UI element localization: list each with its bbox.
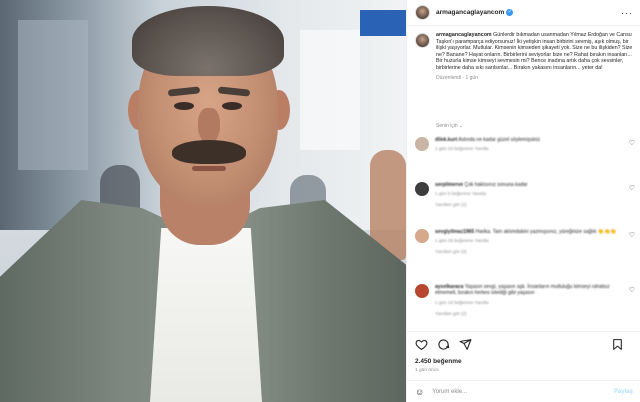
comment-body: sevgiyilmaz1965 Harika. Tam aklımdakini … bbox=[435, 229, 625, 254]
chevron-down-icon: ⌄ bbox=[458, 123, 463, 129]
comment-input[interactable]: Yorum ekle... bbox=[432, 389, 614, 395]
verified-icon: ✓ bbox=[506, 9, 514, 16]
avatar[interactable] bbox=[415, 182, 429, 196]
mouth bbox=[192, 166, 226, 171]
comment-body: dilek.kurt Aslında ne kadar güzel söylem… bbox=[435, 137, 625, 151]
emoji-icon[interactable]: ☺ bbox=[415, 387, 424, 397]
eye bbox=[174, 102, 194, 110]
comment-text: Harika. Tam aklımdakini yazmışsınız, yür… bbox=[475, 229, 617, 235]
caption-time: Düzenlendi · 1 gün bbox=[436, 74, 478, 81]
action-bar bbox=[407, 331, 640, 357]
undershirt bbox=[150, 228, 262, 402]
view-replies[interactable]: Yanıtları gör (1) bbox=[435, 202, 625, 207]
post-image[interactable] bbox=[0, 0, 406, 402]
comment-meta[interactable]: 1 gün 5 beğenme Yanıtla bbox=[435, 191, 625, 196]
view-replies[interactable]: Yanıtları gör (2) bbox=[435, 311, 625, 316]
save-icon[interactable] bbox=[611, 338, 624, 351]
post-header: armagancaglayancom ✓ ··· bbox=[407, 0, 640, 26]
comment-username[interactable]: dilek.kurt bbox=[435, 137, 457, 143]
heart-icon[interactable]: ♡ bbox=[629, 286, 635, 294]
comment-username[interactable]: ayselkaraca bbox=[435, 284, 463, 290]
mustache bbox=[172, 140, 246, 164]
comment-sort[interactable]: Senin için⌄ bbox=[435, 123, 463, 129]
avatar[interactable] bbox=[415, 5, 430, 20]
sort-label: Senin için bbox=[436, 123, 458, 129]
caption: armagancaglayancom Günlerdir bıkmadan us… bbox=[415, 32, 635, 81]
comment-body: ayselkaraca Yaşasın sevgi, yaşasın aşk. … bbox=[435, 284, 625, 316]
eye bbox=[222, 102, 242, 110]
nose bbox=[198, 108, 220, 144]
avatar[interactable] bbox=[415, 33, 430, 48]
comment-meta[interactable]: 1 gün 18 beğenme Yanıtla bbox=[435, 300, 625, 305]
comment-body: serpilmerve Çok haklısınız sonuna kadar … bbox=[435, 182, 625, 207]
background-window bbox=[300, 30, 360, 150]
comment: ayselkaraca Yaşasın sevgi, yaşasın aşk. … bbox=[415, 284, 640, 316]
comment-username[interactable]: sevgiyilmaz1965 bbox=[435, 229, 474, 235]
heart-icon[interactable]: ♡ bbox=[629, 231, 635, 239]
avatar[interactable] bbox=[415, 229, 429, 243]
add-comment-bar: ☺ Yorum ekle... Paylaş bbox=[407, 380, 640, 402]
comment-text: Aslında ne kadar güzel söylemişsiniz bbox=[458, 137, 541, 143]
caption-text: Günlerdir bıkmadan usanmadan Yılmaz Erdo… bbox=[436, 32, 633, 71]
share-icon[interactable] bbox=[459, 338, 472, 351]
background-sign bbox=[360, 10, 406, 36]
caption-username[interactable]: armagancaglayancom bbox=[436, 32, 492, 38]
comment-username[interactable]: serpilmerve bbox=[435, 182, 463, 188]
post-time: 1 gün önce bbox=[415, 368, 439, 373]
like-count[interactable]: 2.450 beğenme bbox=[415, 358, 462, 365]
comment: sevgiyilmaz1965 Harika. Tam aklımdakini … bbox=[415, 229, 640, 254]
heart-icon[interactable]: ♡ bbox=[629, 184, 635, 192]
comment-text-line: ayselkaraca Yaşasın sevgi, yaşasın aşk. … bbox=[435, 284, 625, 297]
avatar[interactable] bbox=[415, 284, 429, 298]
comment-meta[interactable]: 1 gün 15 beğenme Yanıtla bbox=[435, 146, 625, 151]
caption-body: armagancaglayancom Günlerdir bıkmadan us… bbox=[436, 32, 634, 81]
comment-text-line: serpilmerve Çok haklısınız sonuna kadar bbox=[435, 182, 625, 188]
comment-text-line: dilek.kurt Aslında ne kadar güzel söylem… bbox=[435, 137, 625, 143]
hair bbox=[132, 6, 284, 76]
view-replies[interactable]: Yanıtları gör (3) bbox=[435, 249, 625, 254]
post-panel: armagancaglayancom ✓ ··· armagancaglayan… bbox=[406, 0, 640, 402]
username[interactable]: armagancaglayancom bbox=[436, 9, 504, 16]
avatar[interactable] bbox=[415, 137, 429, 151]
heart-icon[interactable] bbox=[415, 338, 428, 351]
more-options-icon[interactable]: ··· bbox=[621, 8, 633, 18]
background-window bbox=[18, 20, 88, 170]
comment-text-line: sevgiyilmaz1965 Harika. Tam aklımdakini … bbox=[435, 229, 625, 235]
heart-icon[interactable]: ♡ bbox=[629, 139, 635, 147]
comment: serpilmerve Çok haklısınız sonuna kadar … bbox=[415, 182, 640, 207]
post-comment-button[interactable]: Paylaş bbox=[614, 389, 633, 395]
comment-text: Çok haklısınız sonuna kadar bbox=[464, 182, 528, 188]
comment-icon[interactable] bbox=[437, 338, 450, 351]
comment: dilek.kurt Aslında ne kadar güzel söylem… bbox=[415, 137, 640, 151]
comment-meta[interactable]: 1 gün 29 beğenme Yanıtla bbox=[435, 238, 625, 243]
